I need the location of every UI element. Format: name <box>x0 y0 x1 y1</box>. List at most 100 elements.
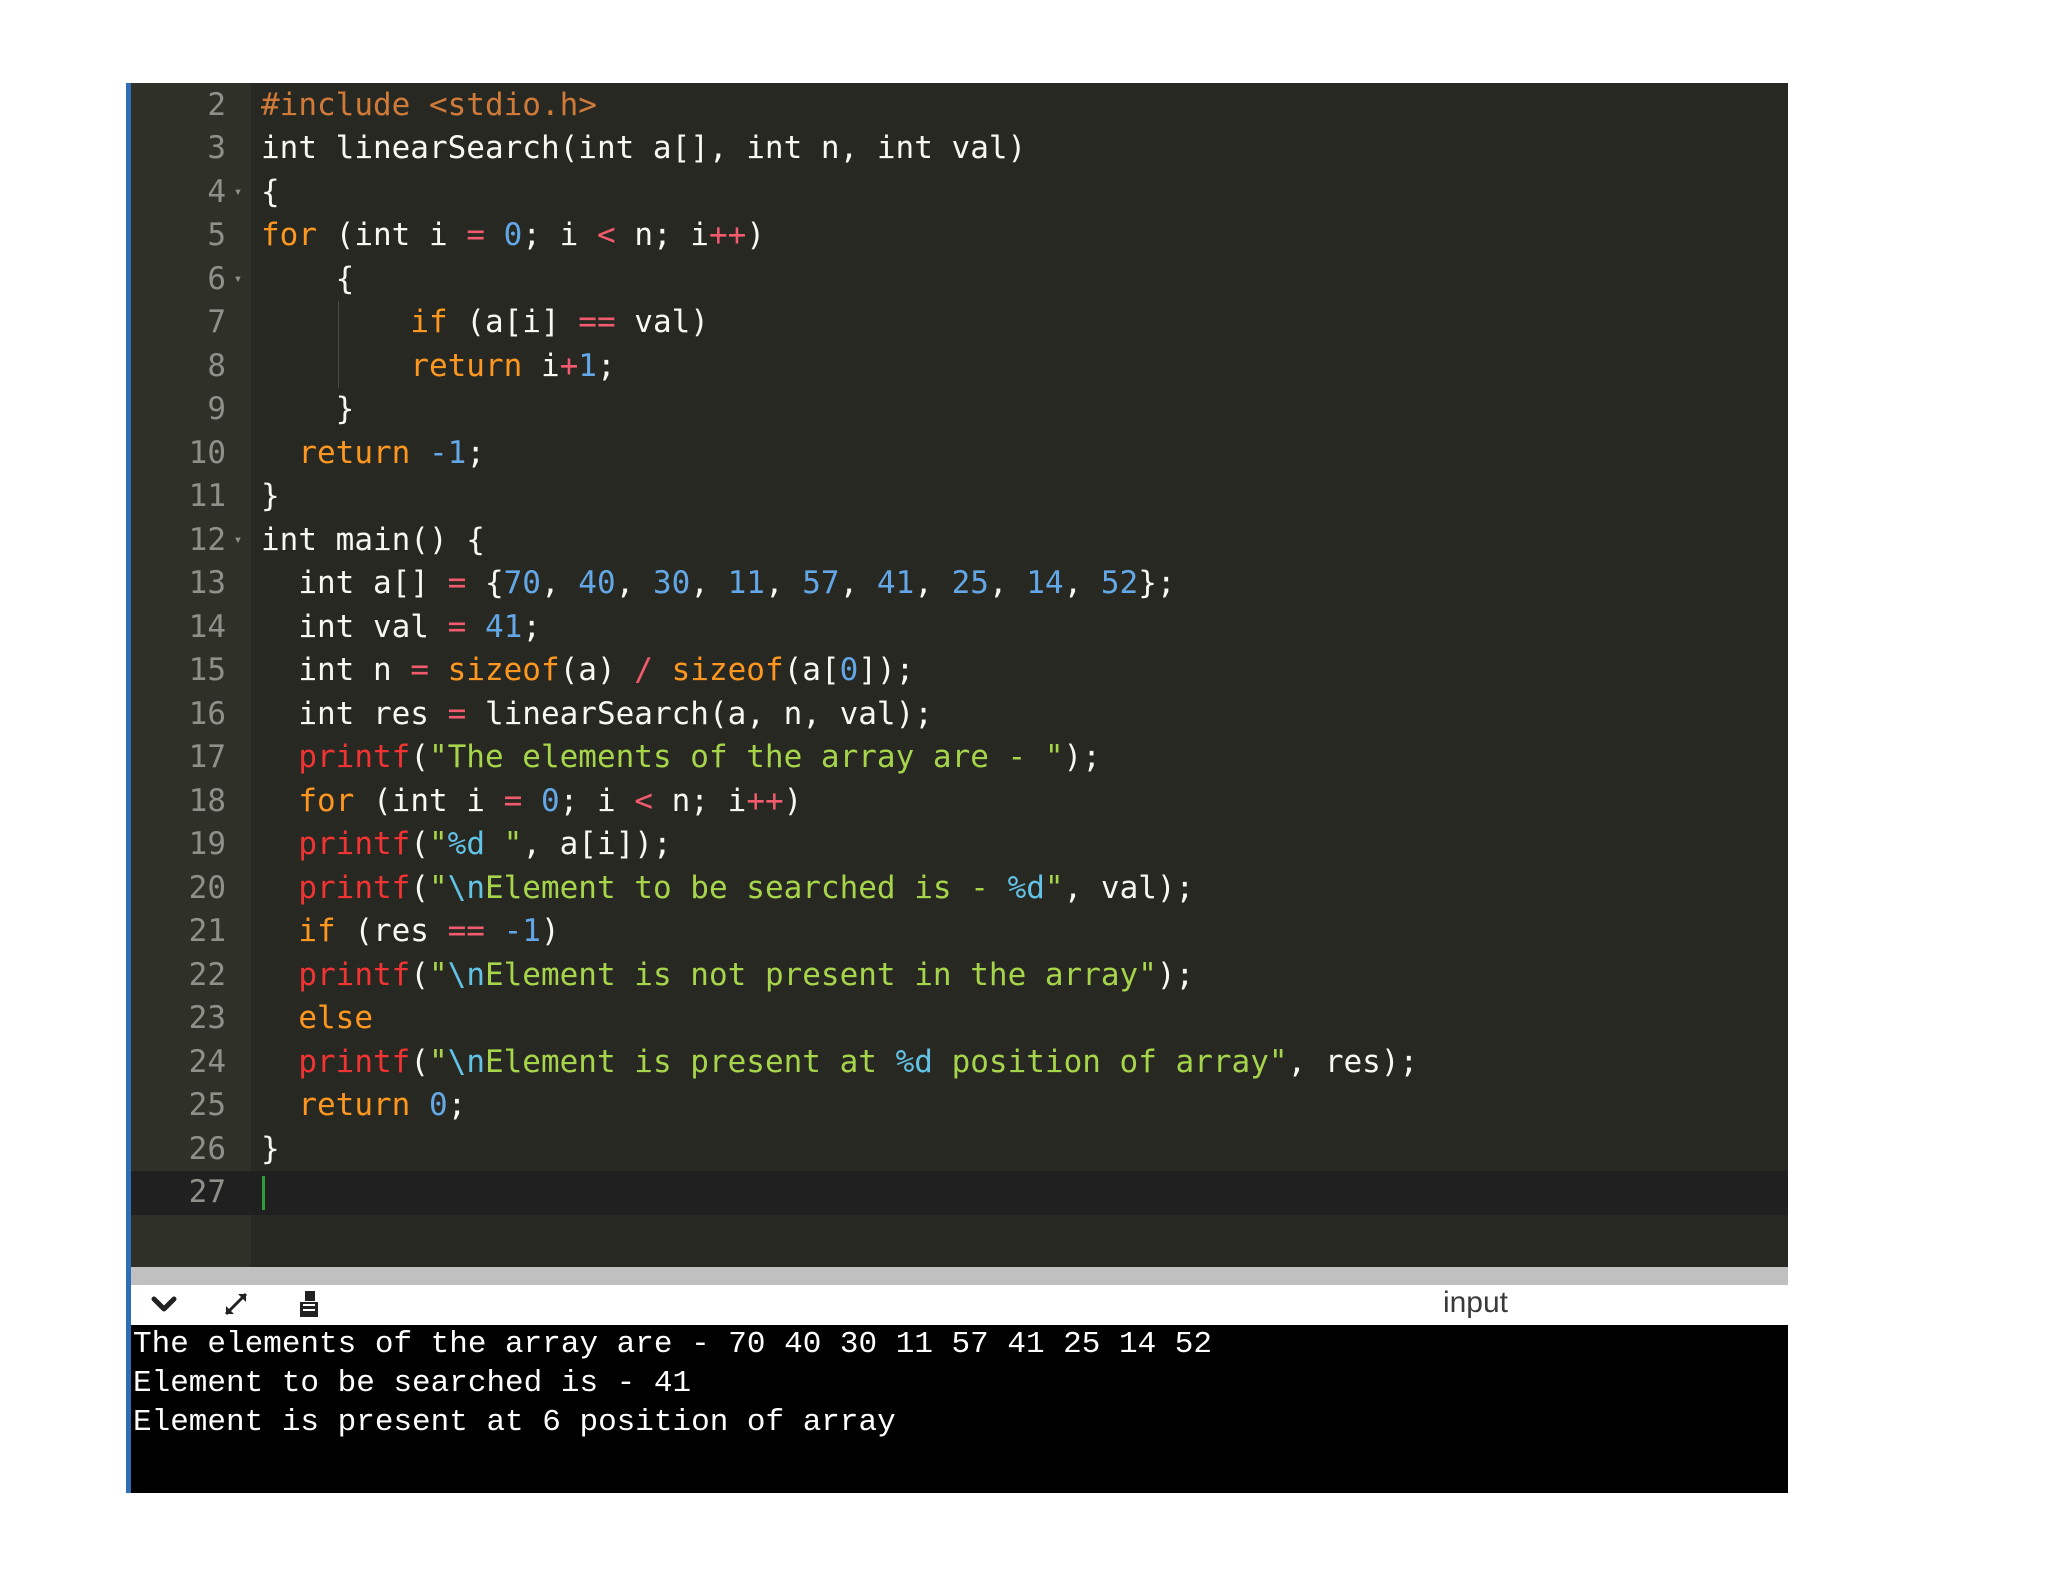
code-line[interactable]: 6 ▾ { <box>131 258 1788 302</box>
code-token: , <box>615 565 653 601</box>
code-token: ; i <box>559 782 635 819</box>
code-line[interactable]: 3 int linearSearch(int a[], int n, int va… <box>131 127 1788 171</box>
line-number: 4 <box>207 173 226 210</box>
code-token: %d <box>895 1043 933 1080</box>
code-token: ) <box>783 782 803 819</box>
code-line[interactable]: 27 <box>131 1171 1788 1215</box>
code-line[interactable]: 14 int val = 41; <box>131 606 1788 650</box>
code-token: , <box>839 565 877 601</box>
code-token: , val); <box>1063 869 1195 906</box>
code-line[interactable]: 18 for (int i = 0; i < n; i++) <box>131 780 1788 824</box>
line-number: 18 <box>188 782 226 819</box>
code-line[interactable]: 19 printf("%d ", a[i]); <box>131 823 1788 867</box>
code-line[interactable]: 5 for (int i = 0; i < n; i++) <box>131 214 1788 258</box>
code-line[interactable]: 21 if (res == -1) <box>131 910 1788 954</box>
code-token: (int i <box>317 217 467 253</box>
code-token: , res); <box>1287 1043 1419 1080</box>
code-text: { <box>261 258 355 302</box>
code-token: , <box>690 565 728 601</box>
line-number: 19 <box>188 826 226 862</box>
code-line[interactable]: 8 return i+1; <box>131 345 1788 389</box>
code-token: ++ <box>708 217 747 253</box>
code-token: return <box>410 347 523 384</box>
code-text: printf("\nElement is present at %d posit… <box>261 1041 1418 1085</box>
fold-toggle-icon[interactable]: ▾ <box>229 519 247 563</box>
code-token: printf <box>298 956 411 993</box>
code-token: = <box>447 608 467 645</box>
code-line[interactable]: 16 int res = linearSearch(a, n, val); <box>131 693 1788 737</box>
code-text: printf("%d ", a[i]); <box>261 823 672 867</box>
code-line[interactable]: 4 ▾ { <box>131 171 1788 215</box>
code-lines: 12#include <stdio.h>3int linearSearch(in… <box>131 83 1788 1215</box>
code-text: } <box>261 388 355 432</box>
code-token: 40 <box>578 565 616 601</box>
code-line[interactable]: 2 #include <stdio.h> <box>131 84 1788 128</box>
code-token: ; <box>596 347 616 384</box>
code-token: 57 <box>802 565 840 601</box>
code-line[interactable]: 23 else <box>131 997 1788 1041</box>
line-number: 23 <box>188 1000 226 1036</box>
code-token: ( <box>410 739 429 775</box>
code-line[interactable]: 12 ▾ int main() { <box>131 519 1788 563</box>
fold-toggle-icon[interactable]: ▾ <box>229 258 247 302</box>
code-line[interactable]: 7 if (a[i] == val) <box>131 301 1788 345</box>
code-token: " <box>428 869 448 906</box>
clear-console-icon[interactable] <box>291 1287 325 1321</box>
code-line[interactable]: 10 return -1; <box>131 432 1788 476</box>
code-token: int n <box>261 652 411 688</box>
code-line[interactable]: 11} <box>131 475 1788 519</box>
code-line[interactable]: 9 } <box>131 388 1788 432</box>
chevron-down-icon[interactable] <box>147 1287 181 1321</box>
code-token: (a[i] <box>447 304 579 340</box>
code-token: , <box>914 565 952 601</box>
code-line[interactable]: 26} <box>131 1128 1788 1172</box>
code-token: ]); <box>858 652 915 688</box>
code-token: sizeof <box>447 652 560 688</box>
code-line[interactable]: 22 printf("\nElement is not present in t… <box>131 954 1788 998</box>
code-token: " <box>428 956 448 993</box>
code-token: return <box>298 434 411 471</box>
fold-toggle-icon[interactable]: ▾ <box>229 171 247 215</box>
code-token: = <box>410 652 429 688</box>
code-token: for <box>298 782 355 819</box>
line-number: 22 <box>188 956 226 993</box>
code-token: 30 <box>652 565 691 601</box>
expand-icon[interactable] <box>219 1287 253 1321</box>
code-text: return -1; <box>261 432 485 476</box>
line-number: 15 <box>188 652 226 688</box>
input-tab-label[interactable]: input <box>1443 1285 1508 1321</box>
code-token: "The elements of the array are - " <box>428 739 1064 775</box>
code-token: int a[] <box>261 565 448 601</box>
code-token: ) <box>540 913 560 949</box>
code-token: 41 <box>876 565 915 601</box>
code-token: printf <box>298 869 411 906</box>
console-output-line: Element to be searched is - 41 <box>133 1366 692 1401</box>
code-token: 0 <box>540 782 560 819</box>
code-token: ( <box>410 826 429 862</box>
code-token: int linearSearch(int a[], int n, int val… <box>261 130 1027 166</box>
code-line[interactable]: 17 printf("The elements of the array are… <box>131 736 1788 780</box>
code-line[interactable]: 13 int a[] = {70, 40, 30, 11, 57, 41, 25… <box>131 562 1788 606</box>
code-line[interactable]: 25 return 0; <box>131 1084 1788 1128</box>
code-token: " <box>1044 869 1064 906</box>
code-text: } <box>261 1128 280 1172</box>
code-line[interactable]: 15 int n = sizeof(a) / sizeof(a[0]); <box>131 649 1788 693</box>
code-text: int a[] = {70, 40, 30, 11, 57, 41, 25, 1… <box>261 562 1175 606</box>
code-line[interactable]: 20 printf("\nElement to be searched is -… <box>131 867 1788 911</box>
code-line[interactable]: 24 printf("\nElement is present at %d po… <box>131 1041 1788 1085</box>
code-token: , a[i]); <box>522 826 672 862</box>
line-number: 5 <box>207 217 226 253</box>
code-editor[interactable]: 12#include <stdio.h>3int linearSearch(in… <box>131 83 1788 1267</box>
code-text: int n = sizeof(a) / sizeof(a[0]); <box>261 649 914 693</box>
code-token: 11 <box>727 565 765 601</box>
panel-splitter[interactable] <box>131 1267 1788 1285</box>
code-token: 52 <box>1100 565 1139 601</box>
code-token: ; <box>466 434 485 471</box>
